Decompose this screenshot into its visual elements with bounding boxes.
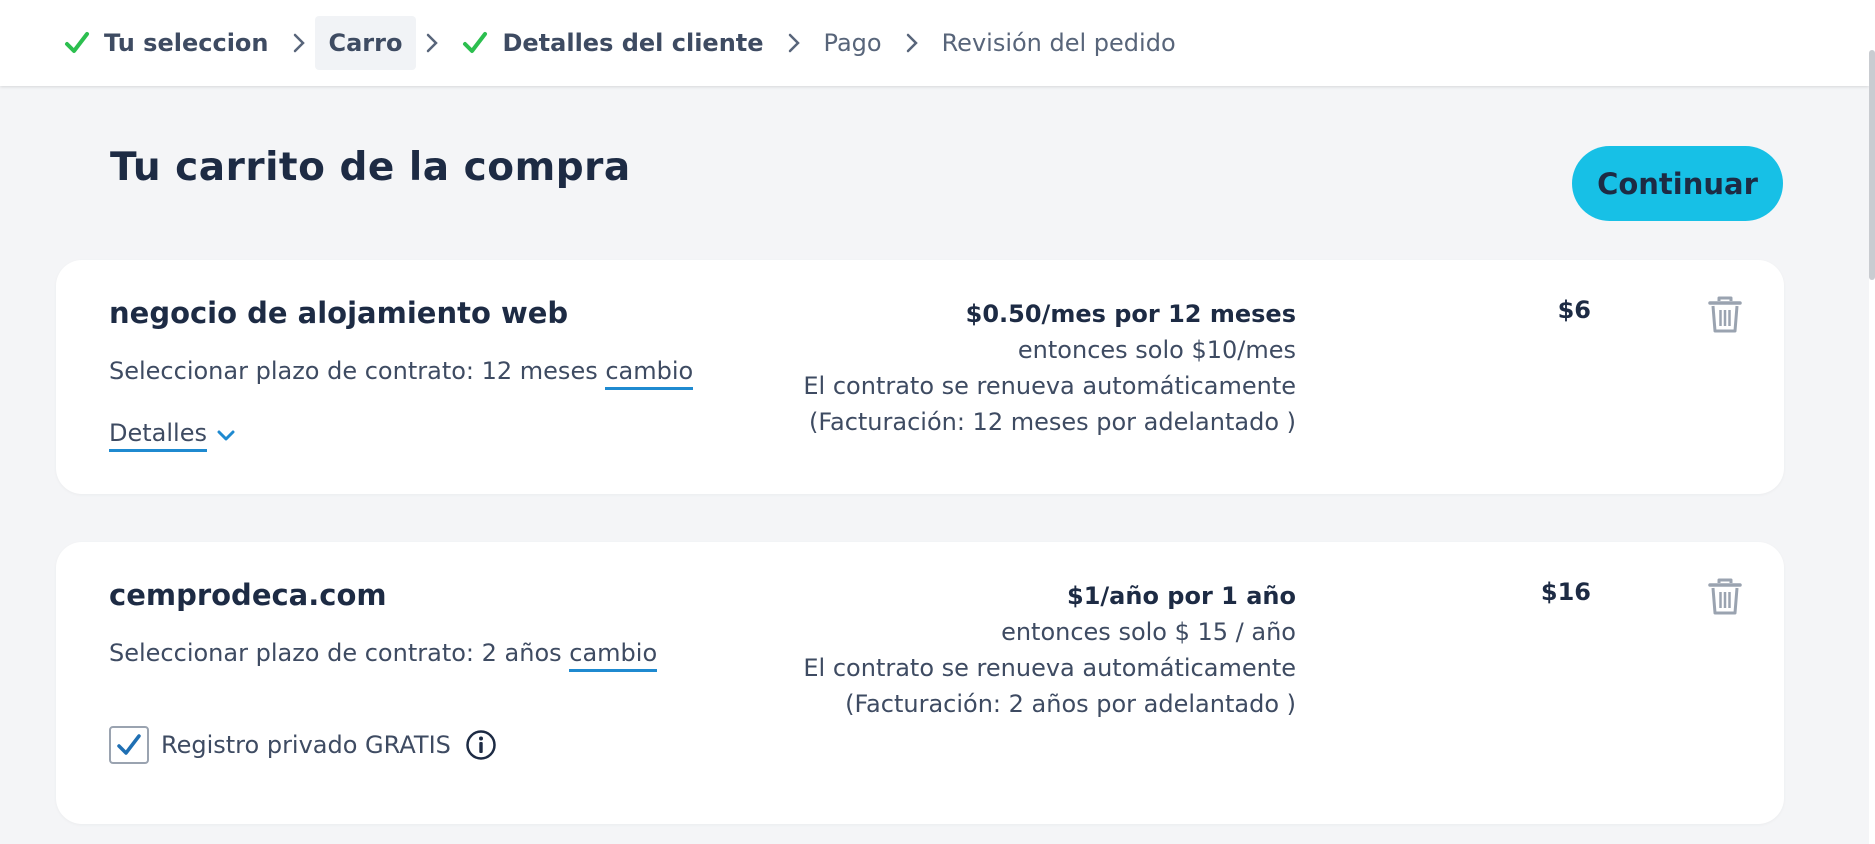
price-details: $1/año por 1 año entonces solo $ 15 / añ… xyxy=(803,578,1296,722)
chevron-right-icon xyxy=(283,33,315,53)
price-details: $0.50/mes por 12 meses entonces solo $10… xyxy=(803,296,1296,440)
check-icon xyxy=(462,30,488,56)
price-headline: $0.50/mes por 12 meses xyxy=(965,300,1296,328)
billing-note: (Facturación: 12 meses por adelantado ) xyxy=(809,408,1296,436)
privacy-checkbox[interactable] xyxy=(109,726,149,764)
chevron-right-icon xyxy=(416,33,448,53)
page-title: Tu carrito de la compra xyxy=(110,145,631,190)
page-scrollbar[interactable] xyxy=(1869,0,1875,844)
cart-item-hosting: negocio de alojamiento web Seleccionar p… xyxy=(56,260,1784,494)
contract-term-line: Seleccionar plazo de contrato: 12 meses … xyxy=(109,357,694,390)
billing-note: (Facturación: 2 años por adelantado ) xyxy=(845,690,1296,718)
chevron-right-icon xyxy=(778,33,810,53)
breadcrumb-step-customer-details[interactable]: Detalles del cliente xyxy=(448,16,777,70)
check-icon xyxy=(64,30,90,56)
info-icon[interactable] xyxy=(465,729,497,761)
chevron-down-icon xyxy=(217,430,235,442)
breadcrumb-step-label: Pago xyxy=(823,29,882,57)
trash-icon[interactable] xyxy=(1708,296,1742,334)
trash-icon[interactable] xyxy=(1708,578,1742,616)
contract-term-text: Seleccionar plazo de contrato: 2 años xyxy=(109,639,562,667)
chevron-right-icon xyxy=(896,33,928,53)
contract-term-line: Seleccionar plazo de contrato: 2 años ca… xyxy=(109,639,658,672)
breadcrumb-step-cart[interactable]: Carro xyxy=(314,16,417,70)
privacy-label: Registro privado GRATIS xyxy=(161,731,451,759)
item-total: $16 xyxy=(1540,578,1591,606)
change-term-link[interactable]: cambio xyxy=(569,639,658,672)
item-total: $6 xyxy=(1557,296,1591,324)
auto-renew-note: El contrato se renueva automáticamente xyxy=(803,654,1296,682)
breadcrumb-step-label: Revisión del pedido xyxy=(941,29,1176,57)
breadcrumb-step-label: Tu seleccion xyxy=(104,29,269,57)
continue-button[interactable]: Continuar xyxy=(1572,146,1783,221)
price-renewal-rate: entonces solo $10/mes xyxy=(1017,336,1296,364)
price-renewal-rate: entonces solo $ 15 / año xyxy=(1001,618,1296,646)
breadcrumb-step-label: Detalles del cliente xyxy=(502,29,764,57)
privacy-registration-option: Registro privado GRATIS xyxy=(109,726,497,764)
cart-item-name: cemprodeca.com xyxy=(109,578,387,612)
details-toggle[interactable]: Detalles xyxy=(109,419,235,452)
details-label: Detalles xyxy=(109,419,207,452)
breadcrumb-step-selection[interactable]: Tu seleccion xyxy=(50,16,283,70)
change-term-link[interactable]: cambio xyxy=(605,357,694,390)
check-icon xyxy=(117,734,141,755)
checkout-breadcrumb: Tu seleccion Carro Detalles del cliente … xyxy=(0,0,1869,86)
breadcrumb-step-order-review[interactable]: Revisión del pedido xyxy=(928,16,1190,70)
breadcrumb-step-label: Carro xyxy=(328,29,403,57)
price-headline: $1/año por 1 año xyxy=(1067,582,1296,610)
cart-item-domain: cemprodeca.com Seleccionar plazo de cont… xyxy=(56,542,1784,824)
auto-renew-note: El contrato se renueva automáticamente xyxy=(803,372,1296,400)
contract-term-text: Seleccionar plazo de contrato: 12 meses xyxy=(109,357,598,385)
cart-item-name: negocio de alojamiento web xyxy=(109,296,569,330)
breadcrumb-step-payment[interactable]: Pago xyxy=(810,16,896,70)
scrollbar-thumb[interactable] xyxy=(1869,50,1875,280)
